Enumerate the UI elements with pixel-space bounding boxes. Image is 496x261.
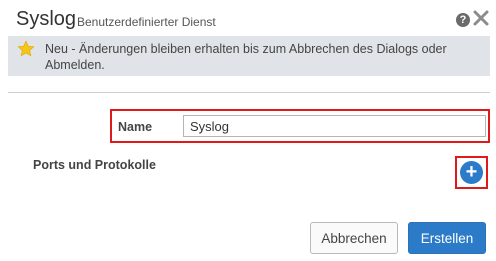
name-label: Name [118, 120, 153, 134]
notice-text: Neu - Änderungen bleiben erhalten bis zu… [45, 42, 447, 72]
close-icon[interactable] [472, 9, 490, 27]
ports-protocols-label: Ports und Protokolle [33, 158, 156, 172]
name-field-row: Name [110, 109, 490, 143]
dialog-subtitle: Benutzerdefinierter Dienst [77, 15, 216, 29]
create-service-dialog: Syslog Benutzerdefinierter Dienst ? Neu … [0, 0, 496, 261]
notice-banner: Neu - Änderungen bleiben erhalten bis zu… [8, 36, 490, 76]
divider [8, 92, 490, 93]
add-port-highlight: + [455, 156, 488, 189]
name-input[interactable] [183, 115, 486, 137]
plus-icon: + [465, 161, 478, 183]
add-port-button[interactable]: + [460, 161, 483, 184]
cancel-button[interactable]: Abbrechen [310, 222, 398, 254]
help-icon[interactable]: ? [456, 13, 470, 27]
star-icon [17, 40, 35, 58]
dialog-header: Syslog Benutzerdefinierter Dienst ? [16, 6, 496, 32]
dialog-title: Syslog [16, 8, 77, 30]
create-button[interactable]: Erstellen [408, 222, 486, 254]
